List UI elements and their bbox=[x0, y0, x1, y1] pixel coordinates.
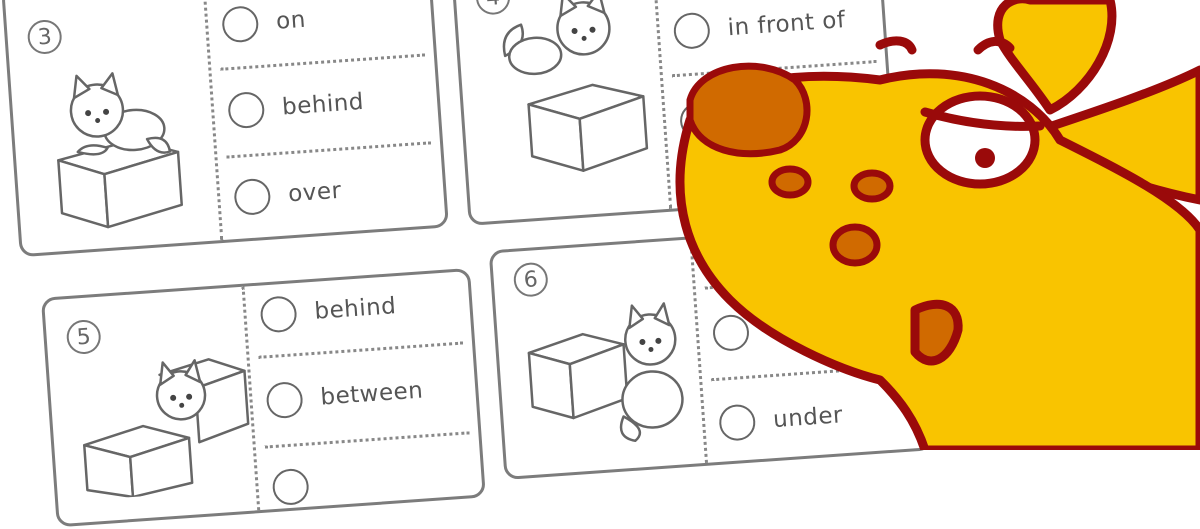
dog-mascot-icon bbox=[675, 0, 1200, 450]
answer-option[interactable] bbox=[271, 466, 327, 507]
radio-button[interactable] bbox=[271, 467, 310, 507]
